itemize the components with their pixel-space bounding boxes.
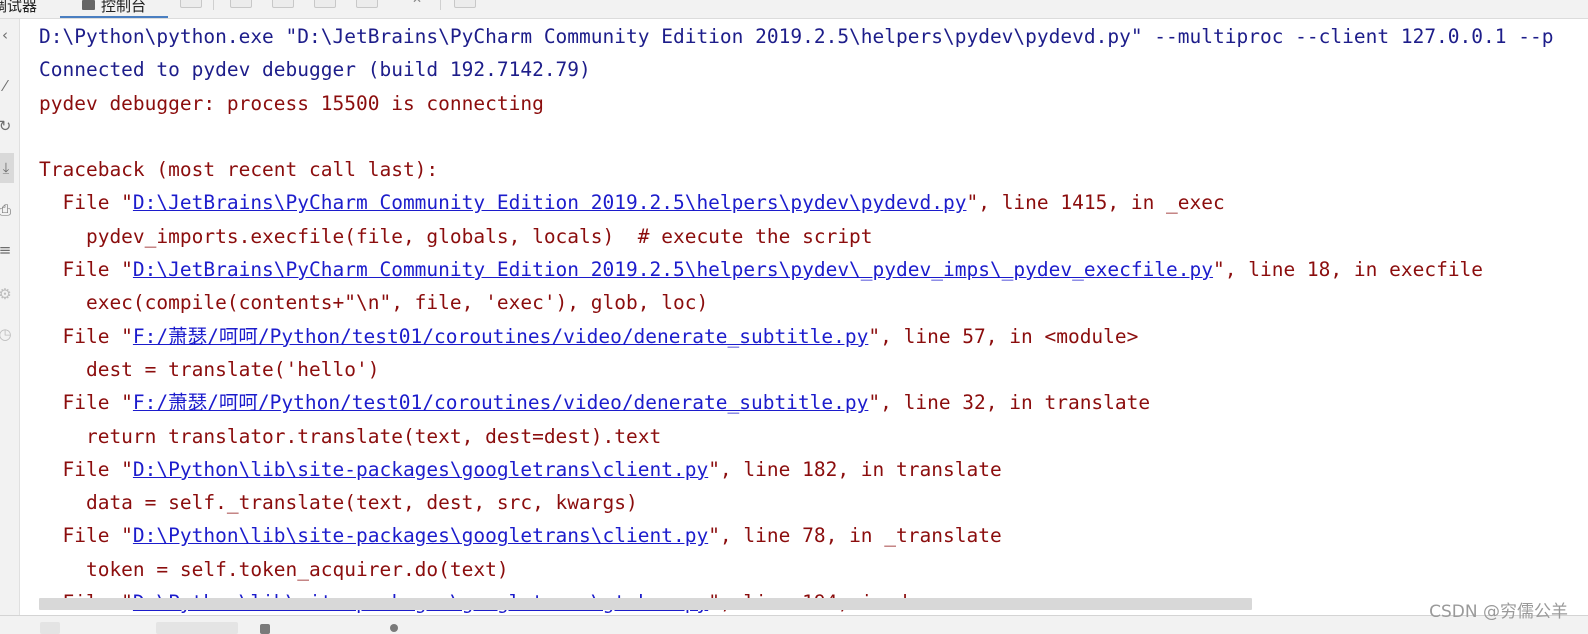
step-into-my-code-button[interactable]	[314, 0, 336, 8]
python-console-icon[interactable]	[390, 624, 398, 632]
console-icon	[81, 0, 95, 10]
console-line: token = self.token_acquirer.do(text)	[39, 553, 1588, 586]
console-line: File "D:\Python\lib\site-packages\google…	[39, 519, 1588, 552]
terminal-icon[interactable]	[260, 624, 270, 634]
tab-debugger-label: 调试器	[0, 0, 38, 15]
evaluate-button[interactable]	[454, 0, 476, 8]
tab-console[interactable]: 控制台	[60, 0, 168, 18]
tab-console-label: 控制台	[100, 0, 146, 15]
settings-icon[interactable]: ⚙	[0, 285, 14, 303]
clock-icon[interactable]: ◷	[0, 325, 14, 343]
stderr-text: data = self._translate(text, dest, src, …	[39, 491, 638, 515]
bottom-tool-tab[interactable]	[40, 622, 60, 634]
file-path-link[interactable]: D:\Python\lib\site-packages\googletrans\…	[133, 524, 708, 547]
stderr-text: pydev debugger: process 15500 is connect…	[39, 91, 544, 115]
console-line: return translator.translate(text, dest=d…	[39, 420, 1588, 453]
close-icon[interactable]: ✕	[412, 0, 422, 6]
file-path-link[interactable]: F:/萧瑟/呵呵/Python/test01/coroutines/video/…	[133, 325, 868, 348]
console-line: dest = translate('hello')	[39, 353, 1588, 386]
console-line: pydev_imports.execfile(file, globals, lo…	[39, 220, 1588, 253]
console-line: File "D:\JetBrains\PyCharm Community Edi…	[39, 186, 1588, 219]
horizontal-scrollbar[interactable]	[39, 598, 1252, 610]
edit-icon[interactable]: ⁄	[0, 77, 14, 95]
stderr-text: File "	[39, 391, 133, 415]
print-icon[interactable]: ⎙	[0, 201, 14, 219]
scroll-end-icon[interactable]: ⤓	[0, 153, 14, 183]
bottom-tool-tab-active[interactable]	[156, 622, 238, 634]
console-line: data = self._translate(text, dest, src, …	[39, 486, 1588, 519]
stderr-text: File "	[39, 258, 133, 282]
file-path-link[interactable]: D:\Python\lib\site-packages\googletrans\…	[133, 458, 708, 481]
console-line: File "F:/萧瑟/呵呵/Python/test01/coroutines/…	[39, 320, 1588, 353]
tool-window-tab-bar: 调试器 控制台 ✕	[0, 0, 1588, 19]
step-out-button[interactable]	[356, 0, 378, 8]
stderr-text: exec(compile(contents+"\n", file, 'exec'…	[39, 291, 709, 315]
stderr-text: File "	[39, 457, 133, 481]
stdout-text: Connected to pydev debugger (build 192.7…	[39, 58, 591, 82]
console-line: Traceback (most recent call last):	[39, 153, 1588, 186]
console-toolbar: ‹ ⁄ ↻ ⤓ ⎙ ≡ ⚙ ◷	[0, 19, 20, 615]
stderr-text: File "	[39, 324, 133, 348]
step-into-button[interactable]	[272, 0, 294, 8]
stderr-text: ", line 32, in translate	[868, 391, 1151, 415]
stderr-text: ", line 182, in translate	[708, 457, 1002, 481]
wrap-icon[interactable]: ≡	[0, 241, 14, 259]
file-path-link[interactable]: F:/萧瑟/呵呵/Python/test01/coroutines/video/…	[133, 391, 868, 414]
file-path-link[interactable]: D:\JetBrains\PyCharm Community Edition 2…	[133, 191, 967, 214]
stderr-text: ", line 78, in _translate	[708, 524, 1002, 548]
console-line: File "D:\JetBrains\PyCharm Community Edi…	[39, 253, 1588, 286]
console-line: Connected to pydev debugger (build 192.7…	[39, 53, 1588, 86]
stderr-text: Traceback (most recent call last):	[39, 158, 439, 182]
console-line: pydev debugger: process 15500 is connect…	[39, 87, 1588, 120]
console-line: exec(compile(contents+"\n", file, 'exec'…	[39, 286, 1588, 319]
stderr-text: return translator.translate(text, dest=d…	[39, 424, 662, 448]
console-line: File "F:/萧瑟/呵呵/Python/test01/coroutines/…	[39, 386, 1588, 419]
toolbar-separator	[213, 0, 214, 10]
rerun-icon[interactable]: ↻	[0, 117, 14, 135]
stdout-text: D:\Python\python.exe "D:\JetBrains\PyCha…	[39, 25, 1554, 48]
collapse-icon[interactable]: ‹	[0, 26, 14, 44]
stderr-text: ", line 18, in execfile	[1213, 258, 1484, 282]
stderr-text: ", line 57, in <module>	[868, 324, 1139, 348]
stderr-text: File "	[39, 191, 133, 215]
console-line: D:\Python\python.exe "D:\JetBrains\PyCha…	[39, 20, 1588, 53]
toolbar-separator	[440, 0, 441, 10]
watermark: CSDN @穷儒公羊	[1429, 602, 1568, 622]
stderr-text: ", line 1415, in _exec	[966, 191, 1225, 215]
console-output[interactable]: D:\Python\python.exe "D:\JetBrains\PyCha…	[39, 20, 1588, 615]
console-line: File "D:\Python\lib\site-packages\google…	[39, 453, 1588, 486]
stderr-text: token = self.token_acquirer.do(text)	[39, 557, 509, 581]
tab-debugger[interactable]: 调试器	[0, 0, 37, 16]
stderr-text: dest = translate('hello')	[39, 357, 380, 381]
stderr-text: pydev_imports.execfile(file, globals, lo…	[39, 224, 873, 248]
toolbar-button[interactable]	[180, 0, 202, 8]
bottom-tool-bar	[0, 615, 1588, 634]
file-path-link[interactable]: D:\JetBrains\PyCharm Community Edition 2…	[133, 258, 1213, 281]
step-over-button[interactable]	[230, 0, 252, 8]
stderr-text: File "	[39, 524, 133, 548]
